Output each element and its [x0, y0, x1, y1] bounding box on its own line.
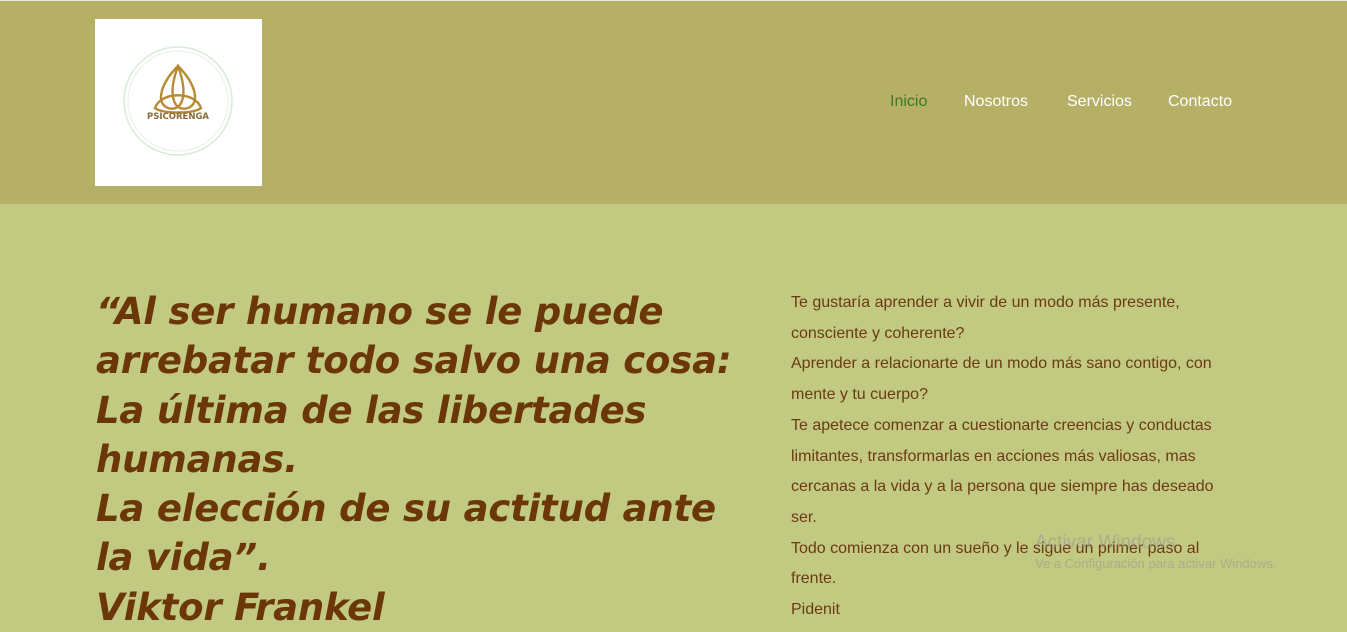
text-line: limitantes, transformarlas en acciones m… — [791, 447, 1196, 465]
text-line: Todo comienza con un sueño y le sigue un… — [791, 539, 1200, 557]
text-line: Pidenit — [791, 601, 840, 619]
nav-item-contacto[interactable]: Contacto — [1168, 93, 1232, 111]
text-line: mente y tu cuerpo? — [791, 386, 928, 404]
intro-text: Te gustaría aprender a vivir de un modo … — [791, 288, 1261, 626]
site-logo[interactable]: PSICORENGA — [95, 19, 262, 186]
nav-item-nosotros[interactable]: Nosotros — [964, 93, 1028, 111]
quote-author: Viktor Frankel — [96, 585, 385, 629]
quote-line: La elección de su actitud ante — [96, 487, 716, 531]
text-line: Te apetece comenzar a cuestionarte creen… — [791, 416, 1212, 434]
text-line: frente. — [791, 570, 837, 588]
triquetra-logo-icon: PSICORENGA — [123, 46, 233, 156]
quote-line: la vida”. — [96, 536, 271, 580]
quote-line: “Al ser humano se le puede — [96, 290, 664, 333]
logo-text: PSICORENGA — [147, 112, 209, 122]
text-line: Aprender a relacionarte de un modo más s… — [791, 355, 1212, 373]
nav-item-inicio[interactable]: Inicio — [890, 93, 927, 111]
quote-line: arrebatar todo salvo una cosa: — [96, 339, 732, 383]
frankl-quote: “Al ser humano se le puede arrebatar tod… — [96, 287, 736, 632]
quote-line: humanas. — [96, 437, 298, 481]
text-line: consciente y coherente? — [791, 324, 965, 342]
nav-item-servicios[interactable]: Servicios — [1067, 93, 1132, 111]
text-line: Te gustaría aprender a vivir de un modo … — [791, 294, 1180, 311]
hero-section: “Al ser humano se le puede arrebatar tod… — [0, 204, 1347, 629]
site-header: PSICORENGA Inicio Nosotros Servicios Con… — [0, 1, 1347, 204]
quote-line: La última de las libertades — [96, 388, 647, 432]
text-line: cercanas a la vida y a la persona que si… — [791, 478, 1214, 496]
text-line: ser. — [791, 508, 817, 526]
